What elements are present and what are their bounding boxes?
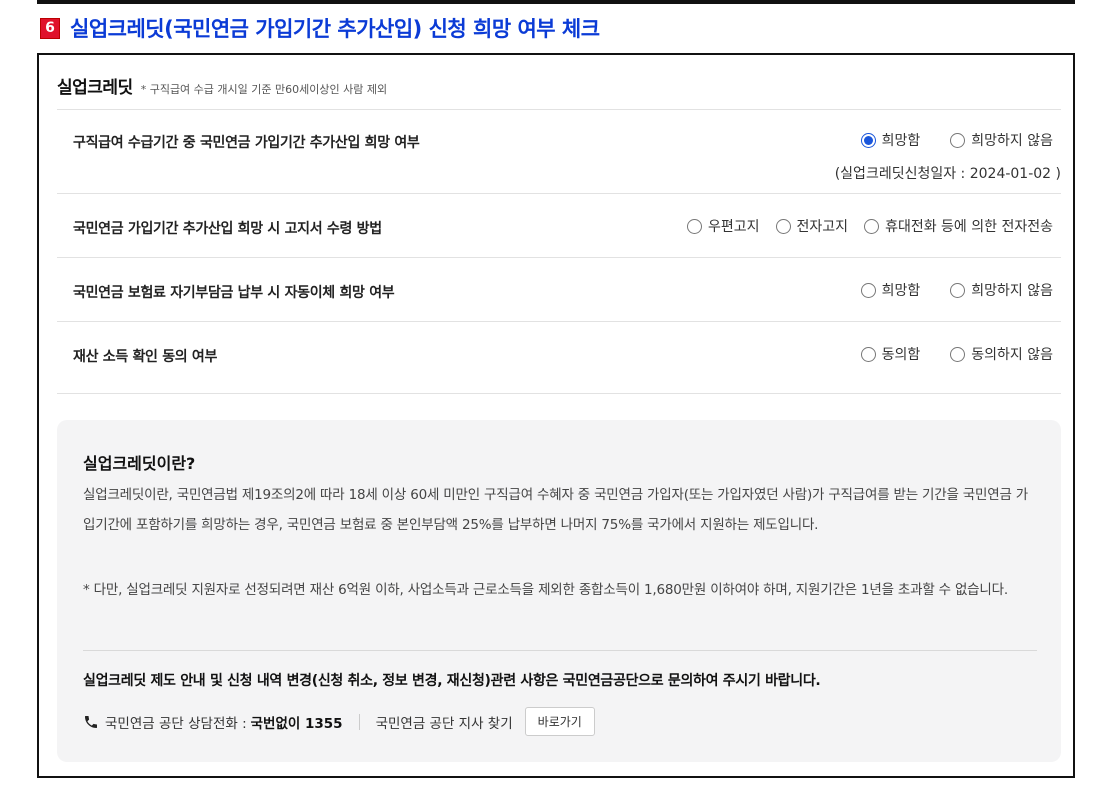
radio-icon[interactable]	[950, 132, 966, 148]
goto-button[interactable]: 바로가기	[524, 707, 595, 736]
divider	[358, 713, 360, 730]
question-row-hope: 구직급여 수급기간 중 국민연금 가입기간 추가산입 희망 여부 희망함 희망하…	[57, 110, 1061, 194]
question-row-notice-method: 국민연금 가입기간 추가산입 희망 시 고지서 수령 방법 우편고지 전자고지 …	[57, 194, 1061, 258]
card-title: 실업크레딧	[57, 78, 133, 98]
card-header: 실업크레딧 * 구직급여 수급 개시일 기준 만60세이상인 사람 제외	[57, 73, 387, 98]
radio-option-consent-yes[interactable]: 동의함	[860, 344, 921, 364]
contact-row: 국민연금 공단 상담전화 : 국번없이 1355 국민연금 공단 지사 찾기 바…	[83, 707, 595, 736]
radio-icon[interactable]	[950, 346, 966, 362]
info-paragraph: 실업크레딧이란, 국민연금법 제19조의2에 따라 18세 이상 60세 미만인…	[83, 487, 1028, 533]
radio-option-debit-no[interactable]: 희망하지 않음	[950, 280, 1053, 300]
contact-notice: 실업크레딧 제도 안내 및 신청 내역 변경(신청 취소, 정보 변경, 재신청…	[83, 673, 821, 689]
radio-icon[interactable]	[687, 218, 703, 234]
application-date-note: (실업크레딧신청일자 : 2024-01-02 )	[834, 166, 1061, 182]
option-label: 동의하지 않음	[971, 347, 1053, 363]
option-label: 동의함	[881, 347, 921, 363]
top-rule	[37, 0, 1075, 4]
question-label: 국민연금 가입기간 추가산입 희망 시 고지서 수령 방법	[73, 221, 382, 237]
option-label: 희망함	[881, 283, 921, 299]
radio-option-mail[interactable]: 우편고지	[687, 216, 760, 236]
branch-finder-label: 국민연금 공단 지사 찾기	[375, 715, 513, 732]
radio-group-consent: 동의함 동의하지 않음	[860, 344, 1053, 364]
option-label: 희망하지 않음	[971, 283, 1053, 299]
question-row-auto-debit: 국민연금 보험료 자기부담금 납부 시 자동이체 희망 여부 희망함 희망하지 …	[57, 258, 1061, 322]
question-row-consent: 재산 소득 확인 동의 여부 동의함 동의하지 않음	[57, 322, 1061, 394]
phone-label: 국민연금 공단 상담전화 :	[105, 715, 247, 732]
section-number-badge: 6	[40, 17, 60, 39]
radio-group-notice-method: 우편고지 전자고지 휴대전화 등에 의한 전자전송	[687, 216, 1053, 236]
radio-icon[interactable]	[775, 218, 791, 234]
radio-option-hope-yes[interactable]: 희망함	[860, 130, 921, 150]
option-label: 우편고지	[708, 219, 760, 235]
radio-option-mobile[interactable]: 휴대전화 등에 의한 전자전송	[864, 216, 1053, 236]
radio-icon[interactable]	[864, 218, 880, 234]
section-title: 실업크레딧(국민연금 가입기간 추가산입) 신청 희망 여부 체크	[70, 17, 600, 41]
radio-icon[interactable]	[860, 282, 876, 298]
radio-group-auto-debit: 희망함 희망하지 않음	[860, 280, 1053, 300]
question-label: 재산 소득 확인 동의 여부	[73, 349, 218, 365]
radio-checked-icon[interactable]	[860, 132, 876, 148]
info-footnote: * 다만, 실업크레딧 지원자로 선정되려면 재산 6억원 이하, 사업소득과 …	[83, 582, 1008, 598]
unemployment-credit-card: 실업크레딧 * 구직급여 수급 개시일 기준 만60세이상인 사람 제외 구직급…	[37, 53, 1075, 778]
section-header: 6 실업크레딧(국민연금 가입기간 추가산입) 신청 희망 여부 체크	[40, 14, 600, 42]
radio-icon[interactable]	[950, 282, 966, 298]
phone-number: 국번없이 1355	[250, 715, 343, 732]
card-note: * 구직급여 수급 개시일 기준 만60세이상인 사람 제외	[140, 83, 388, 96]
radio-option-consent-no[interactable]: 동의하지 않음	[950, 344, 1053, 364]
option-label: 희망하지 않음	[971, 133, 1053, 149]
radio-option-hope-no[interactable]: 희망하지 않음	[950, 130, 1053, 150]
radio-option-debit-yes[interactable]: 희망함	[860, 280, 921, 300]
option-label: 희망함	[881, 133, 921, 149]
radio-option-electronic[interactable]: 전자고지	[775, 216, 849, 236]
info-box: 실업크레딧이란? 실업크레딧이란, 국민연금법 제19조의2에 따라 18세 이…	[57, 420, 1061, 762]
question-label: 국민연금 보험료 자기부담금 납부 시 자동이체 희망 여부	[73, 285, 395, 301]
phone-icon	[85, 715, 97, 728]
option-label: 휴대전화 등에 의한 전자전송	[885, 219, 1053, 235]
option-label: 전자고지	[796, 219, 849, 235]
radio-group-hope: 희망함 희망하지 않음	[860, 130, 1053, 150]
divider	[83, 650, 1037, 651]
radio-icon[interactable]	[860, 346, 876, 362]
question-label: 구직급여 수급기간 중 국민연금 가입기간 추가산입 희망 여부	[73, 135, 420, 151]
info-title: 실업크레딧이란?	[83, 454, 196, 473]
